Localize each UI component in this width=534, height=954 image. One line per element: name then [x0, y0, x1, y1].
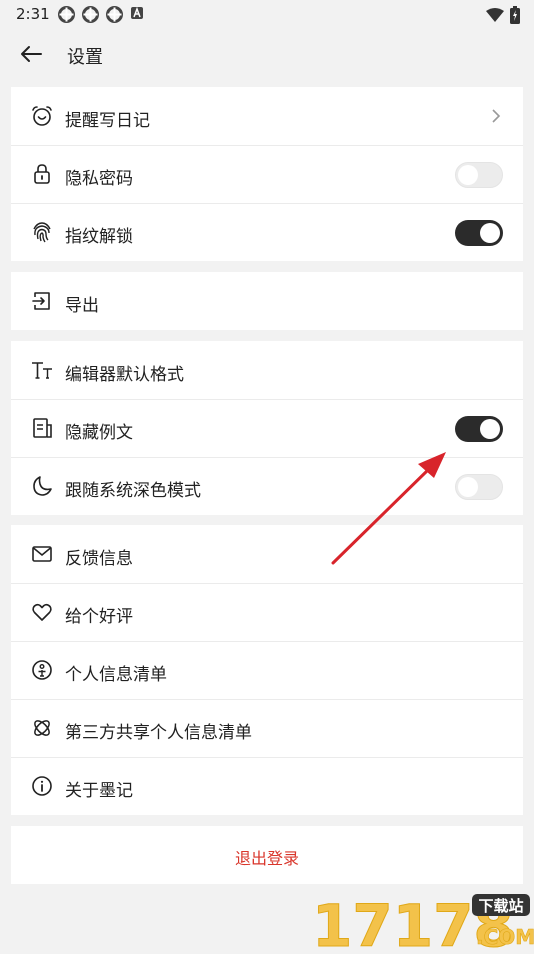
settings-item-label: 个人信息清单 — [65, 665, 167, 685]
settings-item-hide-example[interactable]: 隐藏例文 — [11, 399, 523, 457]
sync-icon — [82, 6, 99, 23]
alarm-clock-icon — [32, 106, 52, 126]
chevron-right-icon — [492, 109, 501, 123]
svg-text:下载站: 下载站 — [478, 897, 523, 915]
settings-item-personal-info-list[interactable]: 个人信息清单 — [11, 641, 523, 699]
page-title: 设置 — [67, 47, 103, 68]
watermark-logo: 17178 下载站 .COM — [312, 888, 534, 954]
wifi-icon — [486, 8, 504, 22]
mail-icon — [32, 546, 52, 562]
settings-item-label: 反馈信息 — [65, 549, 133, 569]
settings-item-label: 提醒写日记 — [65, 111, 150, 131]
battery-icon — [510, 6, 520, 24]
settings-item-label: 隐私密码 — [65, 169, 133, 189]
settings-item-label: 编辑器默认格式 — [65, 365, 184, 385]
settings-item-label: 第三方共享个人信息清单 — [65, 723, 252, 743]
sync-icon — [106, 6, 123, 23]
fingerprint-unlock-toggle[interactable] — [455, 220, 503, 246]
toggle-knob — [480, 223, 500, 243]
settings-item-label: 给个好评 — [65, 607, 133, 627]
settings-group-editor: 编辑器默认格式 隐藏例文 跟随系统深色模式 — [11, 341, 523, 515]
document-icon — [33, 418, 52, 438]
settings-item-rate[interactable]: 给个好评 — [11, 583, 523, 641]
arrow-left-icon[interactable] — [18, 41, 44, 67]
settings-item-label: 导出 — [65, 296, 99, 316]
settings-item-feedback[interactable]: 反馈信息 — [11, 525, 523, 583]
a-box-icon — [131, 6, 143, 19]
info-icon — [32, 776, 52, 796]
logout-button[interactable]: 退出登录 — [11, 826, 523, 884]
privacy-password-toggle[interactable] — [455, 162, 503, 188]
settings-item-privacy-password[interactable]: 隐私密码 — [11, 145, 523, 203]
settings-item-editor-default-format[interactable]: 编辑器默认格式 — [11, 341, 523, 399]
toggle-knob — [480, 419, 500, 439]
text-format-icon — [32, 362, 52, 379]
sync-icon — [58, 6, 75, 23]
lock-icon — [34, 164, 50, 184]
share-icon — [34, 720, 50, 736]
hide-example-toggle[interactable] — [455, 416, 503, 442]
settings-item-third-party-share-list[interactable]: 第三方共享个人信息清单 — [11, 699, 523, 757]
settings-item-about[interactable]: 关于墨记 — [11, 757, 523, 815]
svg-text:.COM: .COM — [476, 925, 534, 949]
logout-label: 退出登录 — [234, 849, 299, 868]
toggle-knob — [458, 477, 478, 497]
export-icon — [32, 292, 50, 310]
moon-icon — [33, 476, 52, 496]
settings-item-label: 跟随系统深色模式 — [65, 481, 201, 501]
person-info-icon — [32, 660, 52, 680]
settings-group-reminders: 提醒写日记 隐私密码 指纹解锁 — [11, 87, 523, 261]
settings-item-fingerprint-unlock[interactable]: 指纹解锁 — [11, 203, 523, 261]
settings-item-label: 指纹解锁 — [65, 227, 133, 247]
heart-icon — [32, 603, 52, 621]
settings-item-export[interactable]: 导出 — [11, 272, 523, 330]
settings-item-diary-reminder[interactable]: 提醒写日记 — [11, 87, 523, 145]
status-bar: 2:31 — [0, 0, 534, 30]
dark-mode-toggle[interactable] — [455, 474, 503, 500]
settings-group-export: 导出 — [11, 272, 523, 330]
fingerprint-icon — [33, 222, 51, 243]
toggle-knob — [458, 165, 478, 185]
settings-group-about: 反馈信息 给个好评 个人信息清单 第三方共享个人信息清单 关于墨记 — [11, 525, 523, 815]
status-time: 2:31 — [16, 5, 50, 23]
header: 设置 — [0, 30, 534, 80]
settings-item-label: 关于墨记 — [65, 781, 133, 801]
settings-item-dark-mode[interactable]: 跟随系统深色模式 — [11, 457, 523, 515]
settings-item-label: 隐藏例文 — [65, 423, 133, 443]
